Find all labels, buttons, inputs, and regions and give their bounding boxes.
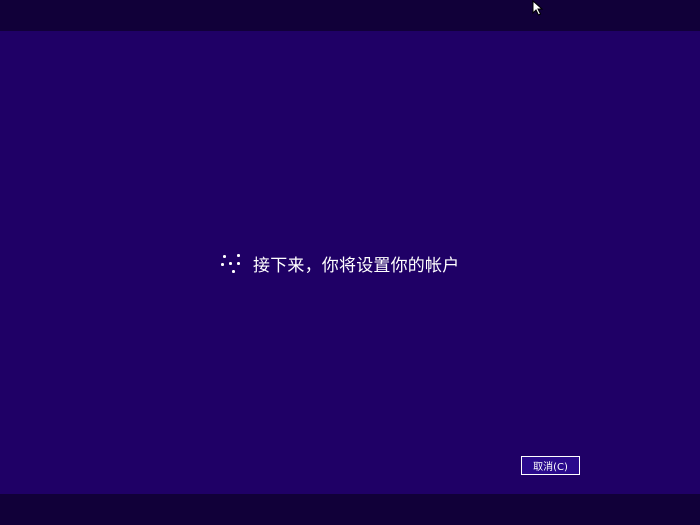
cancel-button[interactable]: 取消(C) bbox=[521, 456, 580, 475]
status-message: 接下来，你将设置你的帐户 bbox=[253, 255, 460, 276]
setup-status: 接下来，你将设置你的帐户 bbox=[220, 250, 459, 276]
top-bar bbox=[0, 0, 700, 31]
bottom-bar bbox=[0, 494, 700, 525]
setup-screen: 接下来，你将设置你的帐户 取消(C) bbox=[0, 0, 700, 525]
loading-spinner-icon bbox=[220, 251, 240, 275]
mouse-cursor-icon bbox=[532, 0, 544, 16]
